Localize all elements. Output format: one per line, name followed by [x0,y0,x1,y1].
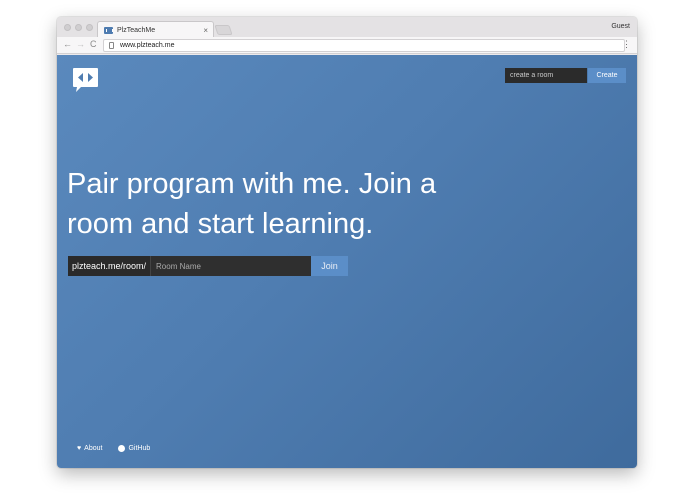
forward-arrow-icon[interactable]: → [76,39,85,49]
tab-title: PlzTeachMe [117,26,156,34]
hero-line-1: Pair program with me. Join a [67,168,437,200]
join-button[interactable]: Join [311,256,349,276]
heart-icon: ♥ [77,445,82,452]
url-text[interactable]: www.plzteach.me [120,42,174,49]
new-tab-button[interactable] [214,25,233,35]
browser-menu-icon[interactable]: ⋮ [622,39,631,50]
github-link[interactable]: GitHub [118,445,150,452]
create-button[interactable]: Create [588,68,626,83]
footer: ♥ About GitHub [77,445,150,452]
back-arrow-icon[interactable]: ← [63,39,72,49]
join-room-form: plzteach.me/room/ Join [68,256,349,276]
address-bar[interactable]: www.plzteach.me [103,39,625,52]
github-label: GitHub [128,445,151,452]
browser-window: PlzTeachMe × Guest ← → C www.plzteach.me… [57,17,637,468]
favicon-icon [104,26,113,34]
tab-close-icon[interactable]: × [203,26,208,35]
github-icon [118,445,126,452]
tab-strip: PlzTeachMe × Guest [57,17,637,38]
about-label: About [84,445,103,452]
logo-icon[interactable] [72,67,99,93]
close-window-dot[interactable] [64,24,71,31]
reload-icon[interactable]: C [90,39,97,49]
page-content: Create Pair program with me. Join a room… [57,55,637,468]
create-room-input[interactable] [505,68,587,83]
room-name-input[interactable] [151,256,312,276]
hero-line-2: room and start learning. [67,208,374,240]
about-link[interactable]: ♥ About [77,445,102,452]
page-icon [109,42,114,49]
browser-toolbar: ← → C www.plzteach.me ⋮ [57,37,637,54]
hero-headline: Pair program with me. Join a room and st… [67,164,487,244]
browser-tab[interactable]: PlzTeachMe × [97,21,214,38]
profile-label[interactable]: Guest [611,23,630,30]
minimize-window-dot[interactable] [75,24,82,31]
room-url-prefix: plzteach.me/room/ [68,256,152,276]
maximize-window-dot[interactable] [86,24,93,31]
